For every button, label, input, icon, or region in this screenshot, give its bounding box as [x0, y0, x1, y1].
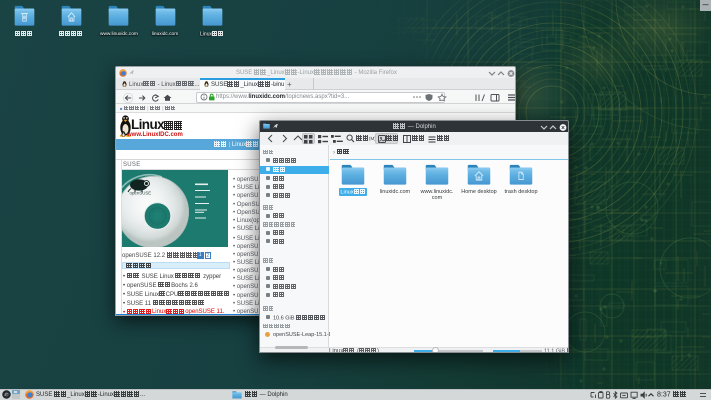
svg-text:openSUSE: openSUSE: [130, 191, 152, 196]
